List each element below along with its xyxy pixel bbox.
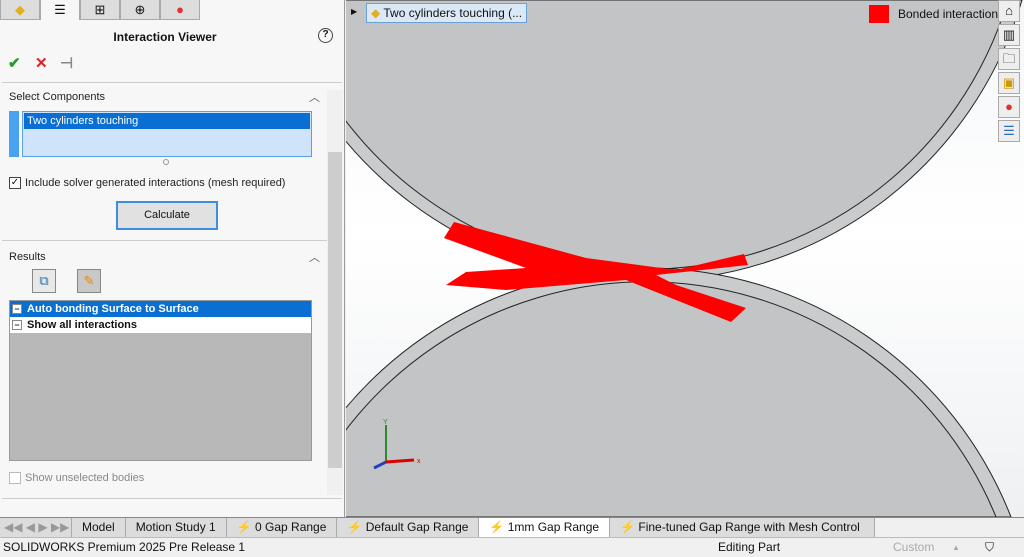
display-manager-tab[interactable]: ● [160,0,200,20]
interaction-icon: ⧉ [39,273,49,288]
components-listbox[interactable]: Two cylinders touching [22,111,312,157]
upper-cylinder [346,0,1009,270]
part-icon: ◆ [371,6,384,20]
breadcrumb-label: Two cylinders touching (... [383,6,523,20]
ok-button[interactable]: ✔ [8,54,21,72]
bottom-tabs: ◀◀ ◀ ▶ ▶▶ Model Motion Study 1 ⚡ 0 Gap R… [0,517,1024,537]
collapse-icon[interactable]: − [12,320,22,330]
tab-label: 0 Gap Range [255,520,327,534]
lower-cylinder [346,281,997,517]
tab-fine-tuned-gap-range[interactable]: ⚡ Fine-tuned Gap Range with Mesh Control [610,518,876,537]
configuration-manager-tab[interactable]: ⊞ [80,0,120,20]
units-arrow-icon[interactable]: ▲ [952,538,960,557]
divider [2,240,342,241]
selected-component[interactable]: Two cylinders touching [24,113,310,129]
divider [2,82,342,83]
tab-0-gap-range[interactable]: ⚡ 0 Gap Range [226,518,338,537]
result-label: Show all interactions [27,319,138,331]
triad-x-axis [385,458,415,464]
rebuild-icon[interactable]: ⛉ [985,538,994,557]
result-item[interactable]: − Show all interactions [10,317,311,333]
custom-properties-icon[interactable]: ☰ [998,120,1020,142]
divider [2,498,342,499]
study-icon: ⚡ [347,520,366,534]
edit-icon: ✎ [83,273,95,288]
tab-motion-study[interactable]: Motion Study 1 [125,518,227,537]
edit-mode: Editing Part [718,540,781,554]
feature-manager-tab[interactable]: ◆ [0,0,40,20]
study-icon: ⚡ [620,520,639,534]
resize-handle[interactable] [163,159,169,165]
study-icon: ⚡ [236,520,256,534]
property-manager: ◆ ☰ ⊞ ⊕ ● Interaction Viewer ? ✔ ✕ ⊣ Sel… [0,0,345,517]
tab-label: Default Gap Range [365,520,469,534]
manager-tabs: ◆ ☰ ⊞ ⊕ ● [0,0,200,20]
result-item[interactable]: − Auto bonding Surface to Surface [10,301,311,317]
help-icon[interactable]: ? [318,28,333,43]
config-icon: ⊞ [94,1,106,17]
view-palette-icon[interactable]: ▣ [998,72,1020,94]
show-unselected-label: Show unselected bodies [25,472,145,484]
collapse-select-icon[interactable]: ︿ [309,89,320,105]
appearance-icon: ● [176,2,184,17]
include-solver-checkbox[interactable]: ✓ [9,177,21,189]
property-manager-tab[interactable]: ☰ [40,0,80,20]
appearances-icon[interactable]: ● [998,96,1020,118]
task-pane-toolbar: ⌂ ▥ 🗀 ▣ ● ☰ [998,0,1022,144]
edit-interaction-button[interactable]: ✎ [77,269,101,293]
result-label: Auto bonding Surface to Surface [27,303,199,315]
model-view: Y x [346,0,1023,517]
tab-model[interactable]: Model [72,518,126,537]
tab-1mm-gap-range[interactable]: ⚡ 1mm Gap Range [479,518,611,537]
home-icon[interactable]: ⌂ [998,0,1020,22]
results-header: Results [9,251,46,263]
selection-indicator [9,111,19,157]
breadcrumb[interactable]: ◆ Two cylinders touching (... [366,3,528,23]
tab-label: Fine-tuned Gap Range with Mesh Control [638,520,860,534]
part-icon: ◆ [15,1,25,17]
study-icon: ⚡ [489,520,508,534]
panel-scrollbar[interactable] [327,90,343,495]
interaction-icon-button[interactable]: ⧉ [32,269,56,293]
legend-label: Bonded interaction [898,7,999,21]
folder-icon[interactable]: 🗀 [998,48,1020,70]
axis-y-label: Y [383,419,388,426]
app-version: SOLIDWORKS Premium 2025 Pre Release 1 [3,540,246,554]
dimxpert-tab[interactable]: ⊕ [120,0,160,20]
collapse-results-icon[interactable]: ︿ [309,249,320,265]
graphics-viewport[interactable]: Y x ▶ ◆ Two cylinders touching (... Bond… [346,0,1024,517]
calculate-button[interactable]: Calculate [116,201,218,230]
legend-swatch [869,5,889,23]
results-tree: − Auto bonding Surface to Surface − Show a… [9,300,312,461]
tab-scroll-buttons[interactable]: ◀◀ ◀ ▶ ▶▶ [0,518,72,537]
units-selector[interactable]: Custom [893,538,934,557]
tab-default-gap-range[interactable]: ⚡ Default Gap Range [337,518,480,537]
status-bar: SOLIDWORKS Premium 2025 Pre Release 1 Ed… [0,537,1024,557]
expand-tree-icon[interactable]: ▶ [351,7,357,16]
axis-x-label: x [417,458,421,465]
show-unselected-checkbox[interactable] [9,472,21,484]
include-solver-label: Include solver generated interactions (m… [25,177,286,189]
select-components-header: Select Components [9,91,105,103]
pin-button[interactable]: ⊣ [60,54,73,72]
scrollbar-thumb[interactable] [328,152,342,468]
collapse-icon[interactable]: − [12,304,22,314]
panel-title: Interaction Viewer [113,30,217,44]
cancel-button[interactable]: ✕ [35,54,48,72]
tab-label: 1mm Gap Range [507,520,600,534]
crosshair-icon: ⊕ [134,1,146,17]
list-icon: ☰ [54,2,66,17]
legend: Bonded interaction [869,5,998,23]
library-icon[interactable]: ▥ [998,24,1020,46]
